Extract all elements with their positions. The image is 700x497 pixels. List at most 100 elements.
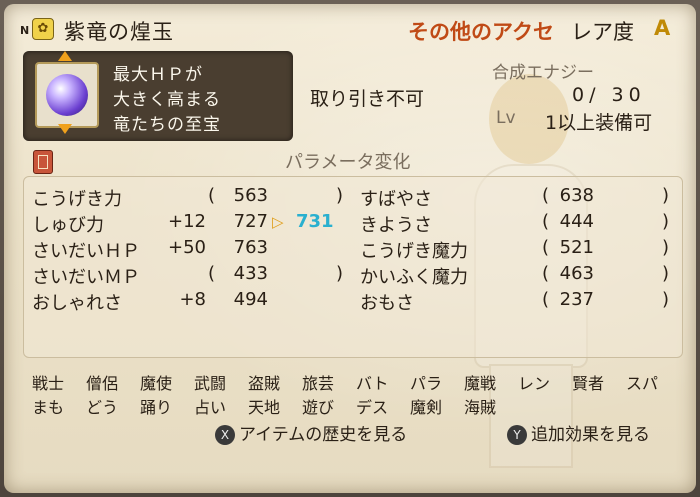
- title-bar: N ✿ 紫竜の煌玉 その他のアクセ レア度 A: [14, 14, 684, 48]
- stat-new-value: 731: [296, 211, 334, 232]
- item-name: 紫竜の煌玉: [64, 20, 174, 44]
- stat-row: しゅび力 +12 727 ▷ 731: [24, 211, 354, 237]
- job-label: 占い: [194, 398, 227, 417]
- level-label: Lv: [496, 108, 516, 128]
- open-paren: (: [542, 263, 550, 284]
- stat-row: おしゃれさ +8 494: [24, 289, 354, 315]
- job-label: 遊び: [302, 398, 335, 417]
- stat-value: 433: [233, 263, 268, 284]
- key-icon: ✿: [32, 18, 54, 40]
- new-mark: N: [20, 24, 30, 37]
- parameter-header: パラメータ変化: [285, 152, 411, 173]
- arrow-down-icon[interactable]: [58, 124, 72, 134]
- close-paren: ): [662, 211, 670, 232]
- arrow-up-icon[interactable]: [58, 51, 72, 61]
- stat-value: 727: [233, 211, 268, 232]
- job-label: デス: [356, 398, 389, 417]
- stat-name: おしゃれさ: [32, 293, 122, 314]
- open-paren: (: [542, 237, 550, 258]
- stat-value: 521: [559, 237, 594, 258]
- stat-bonus: +8: [179, 289, 206, 310]
- stat-value: 638: [559, 185, 594, 206]
- job-label: パラ: [410, 374, 443, 393]
- stat-row: さいだいＨＰ +50 763: [24, 237, 354, 263]
- job-label: 魔戦: [464, 374, 497, 393]
- stat-row: こうげき力 ( 563 ): [24, 185, 354, 211]
- close-paren: ): [662, 289, 670, 310]
- job-label: 戦士: [32, 374, 65, 393]
- job-label: 天地: [248, 398, 281, 417]
- synthesis-energy-value: 0/ 30: [572, 84, 646, 106]
- close-paren: ): [662, 263, 670, 284]
- open-paren: (: [208, 263, 216, 284]
- orb-icon: [46, 74, 88, 116]
- job-label: 海賊: [464, 398, 497, 417]
- item-category: その他のアクセ: [408, 20, 554, 44]
- open-paren: (: [542, 211, 550, 232]
- job-label: 旅芸: [302, 374, 335, 393]
- rarity-label: レア度: [571, 20, 634, 44]
- stat-name: さいだいＭＰ: [32, 267, 140, 288]
- stat-name: こうげき力: [32, 189, 122, 210]
- job-label: レン: [518, 374, 551, 393]
- description-line: 竜たちの至宝: [113, 115, 221, 135]
- stat-value: 494: [233, 289, 268, 310]
- rarity-value: A: [654, 16, 671, 40]
- view-extra-effect-label: 追加効果を見る: [531, 425, 650, 445]
- open-paren: (: [542, 185, 550, 206]
- x-button-icon: X: [215, 425, 235, 445]
- job-label: 魔剣: [410, 398, 443, 417]
- job-label: 踊り: [140, 398, 173, 417]
- stat-value: 237: [559, 289, 594, 310]
- level-requirement: 1以上装備可: [545, 112, 653, 134]
- stat-name: しゅび力: [32, 215, 104, 236]
- job-label: どう: [86, 398, 119, 417]
- stat-row: さいだいＭＰ ( 433 ): [24, 263, 354, 289]
- description-box: 最大ＨＰが 大きく高まる 竜たちの至宝: [23, 51, 293, 141]
- close-paren: ): [662, 185, 670, 206]
- stat-name: こうげき魔力: [360, 241, 468, 262]
- view-history-button[interactable]: X アイテムの歴史を見る: [215, 420, 408, 445]
- stat-name: おもさ: [360, 293, 414, 314]
- stats-table: こうげき力 ( 563 ) しゅび力 +12 727 ▷ 731 さいだいＨＰ …: [23, 176, 683, 358]
- job-label: 僧侶: [86, 374, 119, 393]
- job-label: スパ: [626, 374, 659, 393]
- job-label: 賢者: [572, 374, 605, 393]
- close-paren: ): [662, 237, 670, 258]
- stat-name: さいだいＨＰ: [32, 241, 140, 262]
- close-paren: ): [336, 185, 344, 206]
- stat-value: 463: [559, 263, 594, 284]
- open-paren: (: [208, 185, 216, 206]
- stat-bonus: +12: [168, 211, 206, 232]
- description-line: 最大ＨＰが: [113, 65, 203, 85]
- stat-name: きようさ: [360, 215, 432, 236]
- book-icon[interactable]: [33, 150, 53, 174]
- y-button-icon: Y: [507, 425, 527, 445]
- job-label: まも: [32, 398, 65, 417]
- close-paren: ): [336, 263, 344, 284]
- arrow-right-icon: ▷: [272, 213, 284, 231]
- view-extra-effect-button[interactable]: Y 追加効果を見る: [507, 420, 650, 445]
- stat-row: かいふく魔力 ( 463 ): [360, 263, 680, 289]
- stat-value: 563: [233, 185, 268, 206]
- job-label: バト: [356, 374, 389, 393]
- open-paren: (: [542, 289, 550, 310]
- equippable-jobs: 戦士 僧侶 魔使 武闘 盗賊 旅芸 バト パラ 魔戦 レン 賢者 スパ まも ど…: [23, 366, 681, 420]
- item-image: [35, 62, 99, 128]
- description-line: 大きく高まる: [113, 90, 221, 110]
- job-label: 武闘: [194, 374, 227, 393]
- stat-value: 763: [233, 237, 268, 258]
- stat-row: こうげき魔力 ( 521 ): [360, 237, 680, 263]
- job-label: 盗賊: [248, 374, 281, 393]
- job-label: 魔使: [140, 374, 173, 393]
- stat-value: 444: [559, 211, 594, 232]
- view-history-label: アイテムの歴史を見る: [239, 425, 408, 445]
- stat-name: かいふく魔力: [360, 267, 468, 288]
- stat-row: きようさ ( 444 ): [360, 211, 680, 237]
- stat-row: すばやさ ( 638 ): [360, 185, 680, 211]
- stat-bonus: +50: [168, 237, 206, 258]
- synthesis-energy-label: 合成エナジー: [492, 63, 594, 83]
- stat-row: おもさ ( 237 ): [360, 289, 680, 315]
- trade-status: 取り引き不可: [310, 88, 425, 110]
- stat-name: すばやさ: [360, 189, 432, 210]
